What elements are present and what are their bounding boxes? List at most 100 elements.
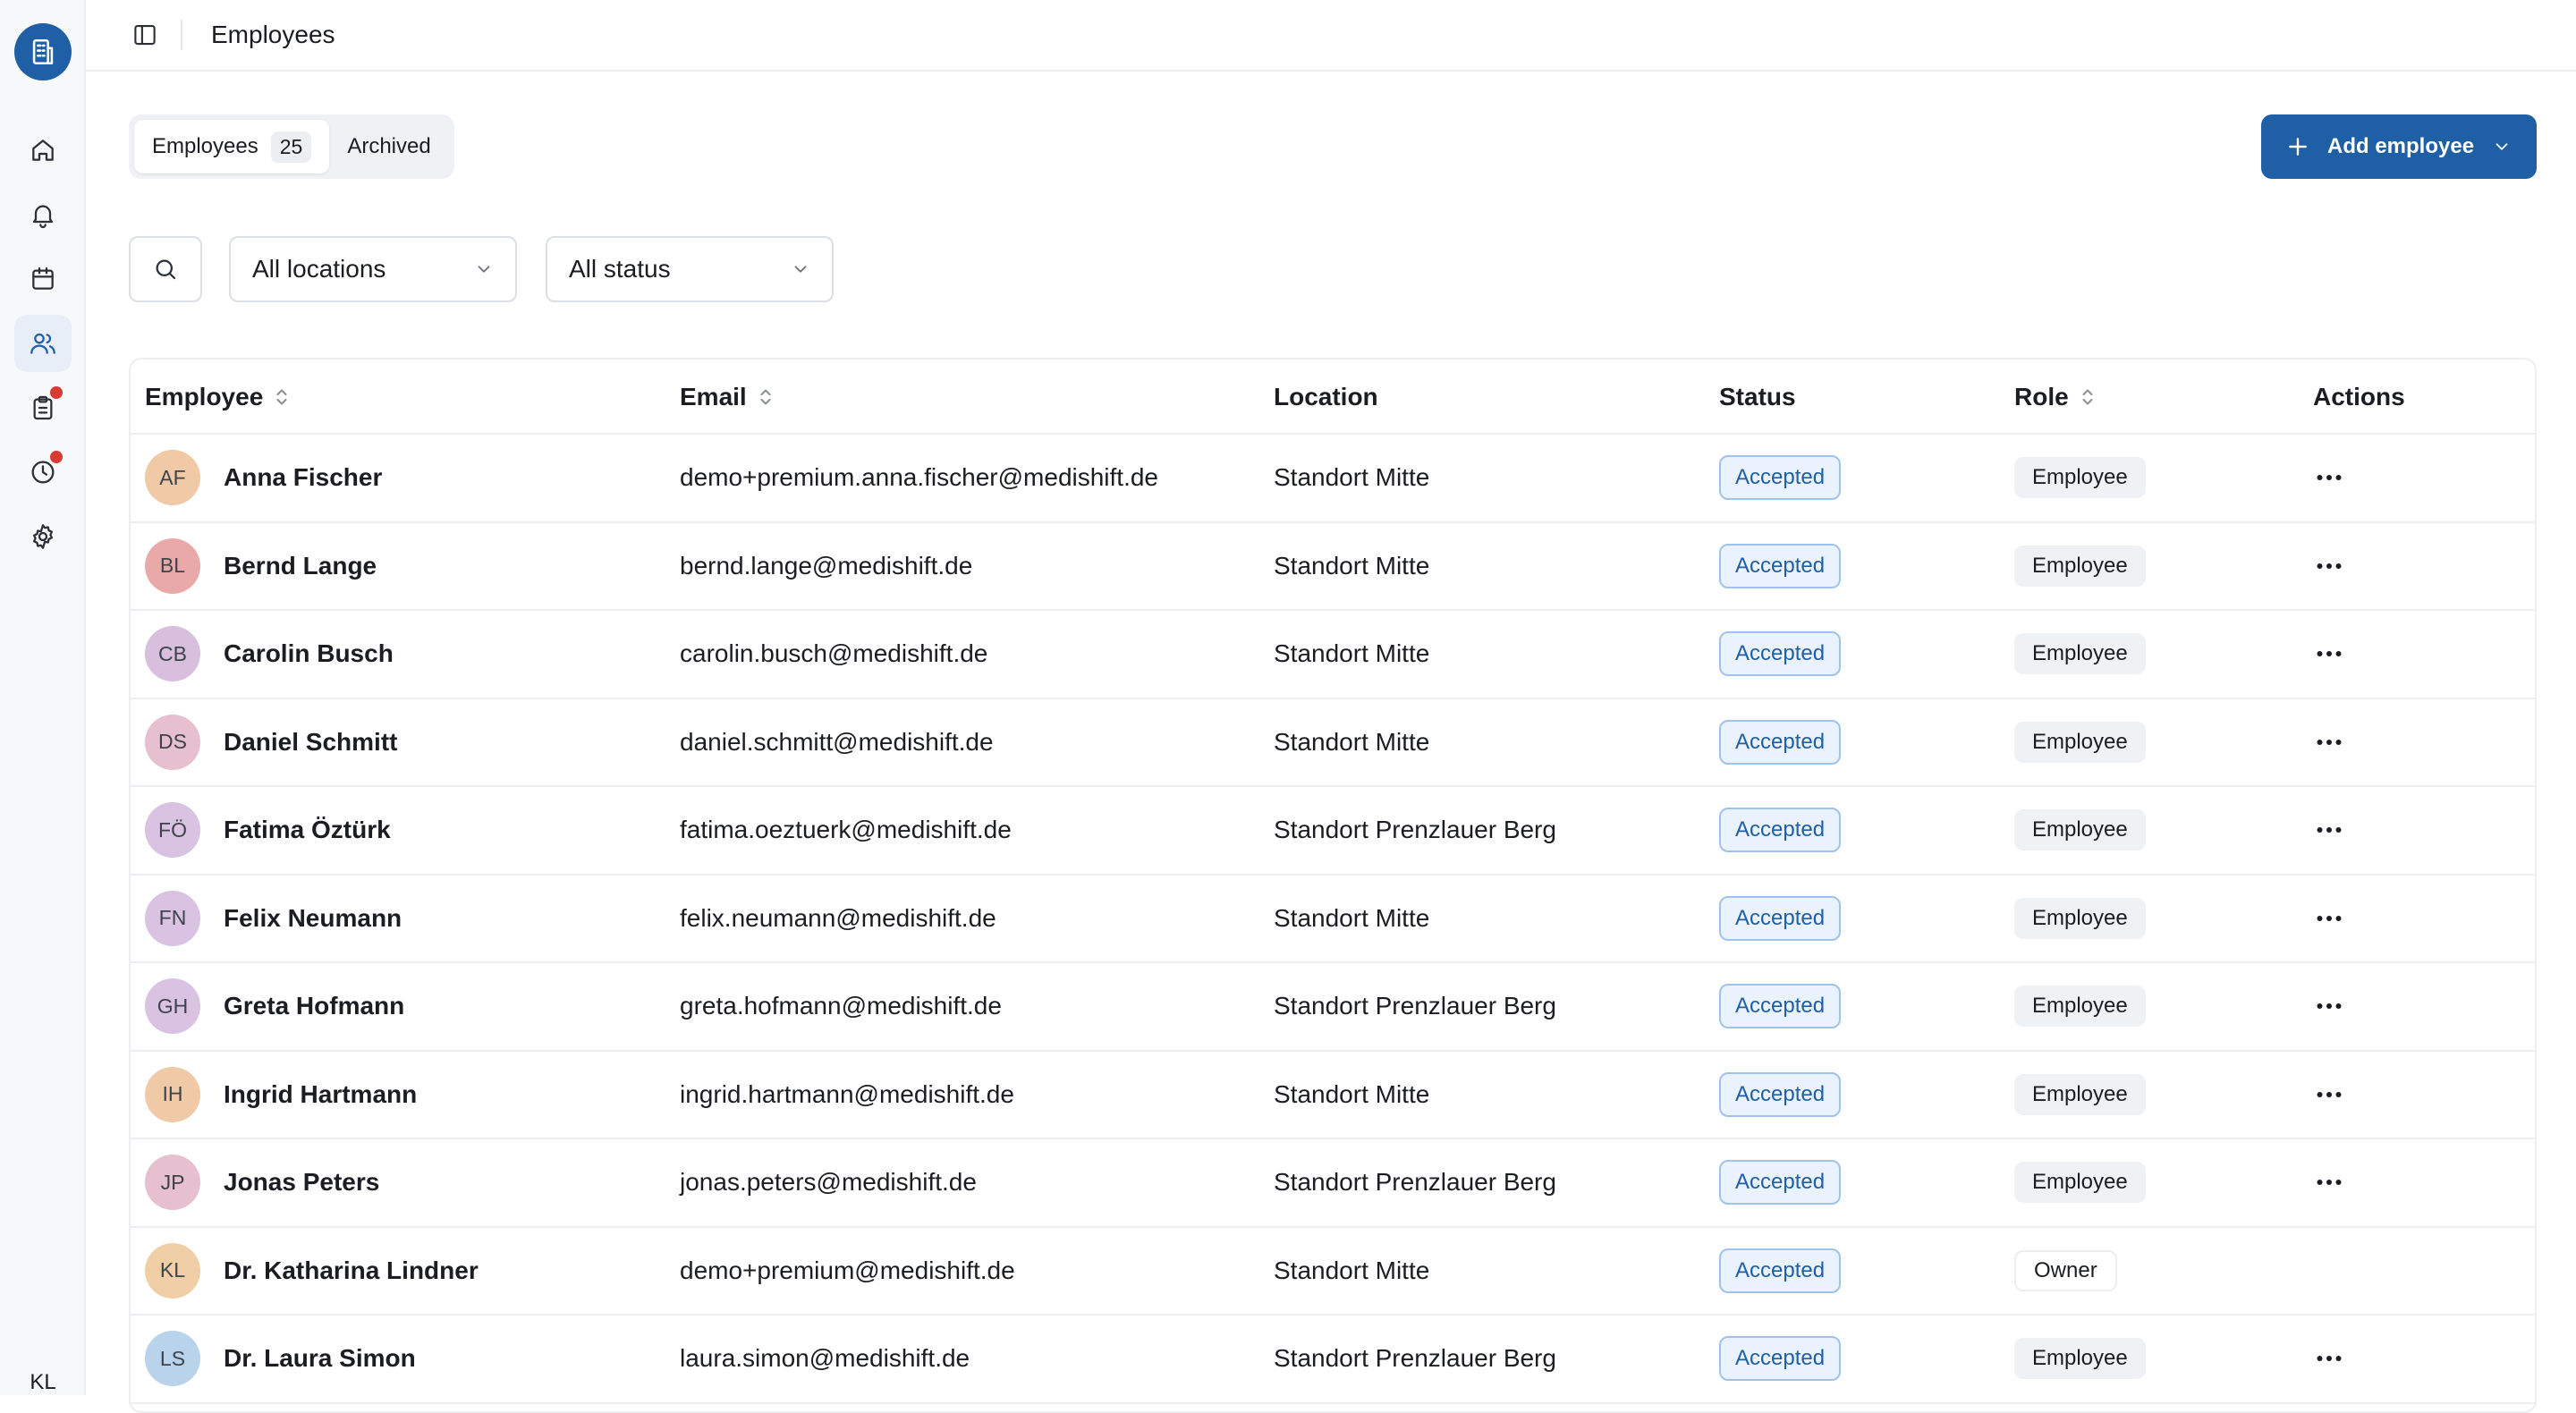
status-badge: Accepted [1719,631,1842,677]
tab-employees[interactable]: Employees 25 [134,120,330,173]
table-header: Employee Email Location Status Role Acti… [131,360,2535,435]
table-row[interactable]: LS Dr. Laura Simon laura.simon@medishift.d… [131,1316,2535,1404]
column-header-email[interactable]: Email [680,360,774,435]
users-icon [30,333,55,354]
home-icon [32,140,54,161]
employee-name[interactable]: Greta Hofmann [224,992,404,1020]
location-cell: Standort Mitte [1274,611,1429,698]
more-options-icon[interactable] [2313,550,2345,582]
actions-cell [2313,1316,2345,1402]
status-cell: Accepted [1719,611,1842,698]
search-button[interactable] [129,236,202,302]
more-options-icon[interactable] [2313,814,2345,846]
more-options-icon[interactable] [2313,902,2345,935]
table-row[interactable]: IH Ingrid Hartmann ingrid.hartmann@medishi… [131,1052,2535,1139]
table-row[interactable]: CB Carolin Busch carolin.busch@medishift.d… [131,611,2535,699]
email-cell: demo+premium@medishift.de [680,1228,1015,1315]
table-row[interactable]: BL Bernd Lange bernd.lange@medishift.de Sta… [131,523,2535,611]
nav-tasks[interactable] [14,379,72,436]
table-row[interactable]: FÖ Fatima Öztürk fatima.oeztuerk@medishift… [131,787,2535,876]
employees-table: Employee Email Location Status Role Acti… [129,358,2537,1413]
column-header-label: Location [1274,383,1378,410]
employee-email: demo+premium.anna.fischer@medishift.de [680,463,1159,492]
employee-location: Standort Prenzlauer Berg [1274,1168,1556,1197]
top-bar: Employees [86,0,2576,72]
employee-name[interactable]: Bernd Lange [224,552,377,580]
employee-name[interactable]: Fatima Öztürk [224,816,391,844]
email-cell: jonas.peters@medishift.de [680,1139,977,1226]
sort-icon [2082,389,2093,405]
avatar: KL [145,1242,200,1299]
bell-icon [32,205,54,229]
more-options-icon[interactable] [2313,726,2345,758]
more-options-icon[interactable] [2313,638,2345,670]
table-row[interactable]: KL Dr. Katharina Lindner demo+premium@medi… [131,1228,2535,1316]
employee-cell: KL Dr. Katharina Lindner [145,1228,479,1315]
employee-location: Standort Prenzlauer Berg [1274,992,1556,1020]
avatar: BL [145,537,200,594]
employee-email: greta.hofmann@medishift.de [680,992,1002,1020]
employee-cell: IH Ingrid Hartmann [145,1052,417,1138]
chevron-down-icon [794,266,807,273]
location-cell: Standort Mitte [1274,699,1429,786]
nav-notifications[interactable] [14,186,72,243]
employee-email: felix.neumann@medishift.de [680,903,996,932]
employee-name[interactable]: Ingrid Hartmann [224,1080,417,1109]
employee-location: Standort Mitte [1274,551,1430,580]
status-badge: Accepted [1719,984,1842,1029]
employee-name[interactable]: Jonas Peters [224,1168,379,1197]
table-row[interactable]: FN Felix Neumann felix.neumann@medishift.d… [131,876,2535,963]
more-options-icon[interactable] [2313,1166,2345,1198]
chevron-down-icon [2496,143,2508,150]
nav-employees[interactable] [14,315,72,372]
user-avatar[interactable]: KL [11,1363,75,1395]
plus-icon [2289,138,2307,156]
employee-name[interactable]: Anna Fischer [224,463,382,492]
app-logo[interactable] [14,23,72,80]
nav-calendar[interactable] [14,250,72,308]
more-options-icon[interactable] [2313,1079,2345,1111]
tab-archived[interactable]: Archived [329,120,448,173]
avatar: FÖ [145,802,200,859]
more-options-icon[interactable] [2313,1342,2345,1375]
employee-name[interactable]: Dr. Laura Simon [224,1344,416,1373]
employee-cell: FN Felix Neumann [145,876,402,962]
table-row[interactable]: DS Daniel Schmitt daniel.schmitt@medishift… [131,699,2535,787]
status-filter-select[interactable]: All status [546,236,834,302]
location-cell: Standort Prenzlauer Berg [1274,1316,1556,1402]
nav-settings[interactable] [14,508,72,565]
table-row[interactable]: GH Greta Hofmann greta.hofmann@medishift.d… [131,963,2535,1052]
email-cell: felix.neumann@medishift.de [680,876,996,962]
status-badge: Accepted [1719,1336,1842,1382]
employee-name[interactable]: Felix Neumann [224,904,402,933]
employee-name[interactable]: Carolin Busch [224,639,394,668]
role-cell: Employee [2014,876,2146,962]
more-options-icon[interactable] [2313,990,2345,1022]
employee-cell: GH Greta Hofmann [145,963,404,1050]
column-header-label: Actions [2313,383,2405,410]
tab-archived-label: Archived [347,134,431,158]
more-options-icon[interactable] [2313,461,2345,494]
location-cell: Standort Prenzlauer Berg [1274,1139,1556,1226]
column-header-employee[interactable]: Employee [145,360,290,435]
add-employee-button[interactable]: Add employee [2261,114,2537,179]
sidebar-toggle-button[interactable] [131,21,159,49]
table-row[interactable]: AF Anna Fischer demo+premium.anna.fischer@… [131,435,2535,523]
nav-home[interactable] [14,122,72,179]
employee-name[interactable]: Daniel Schmitt [224,728,397,757]
avatar: FN [145,890,200,946]
role-badge: Employee [2014,897,2146,939]
location-filter-select[interactable]: All locations [229,236,517,302]
nav-time-tracking[interactable] [14,444,72,501]
role-badge: Owner [2014,1249,2117,1291]
employee-email: fatima.oeztuerk@medishift.de [680,816,1012,844]
column-header-role[interactable]: Role [2014,360,2096,435]
location-cell: Standort Prenzlauer Berg [1274,963,1556,1050]
employee-name[interactable]: Dr. Katharina Lindner [224,1256,479,1285]
status-badge: Accepted [1719,1071,1842,1117]
location-filter-value: All locations [252,255,386,283]
employee-cell: DS Daniel Schmitt [145,699,397,786]
actions-cell [2313,1139,2345,1226]
table-row[interactable]: JP Jonas Peters jonas.peters@medishift.de S… [131,1139,2535,1228]
actions-cell [2313,435,2345,521]
